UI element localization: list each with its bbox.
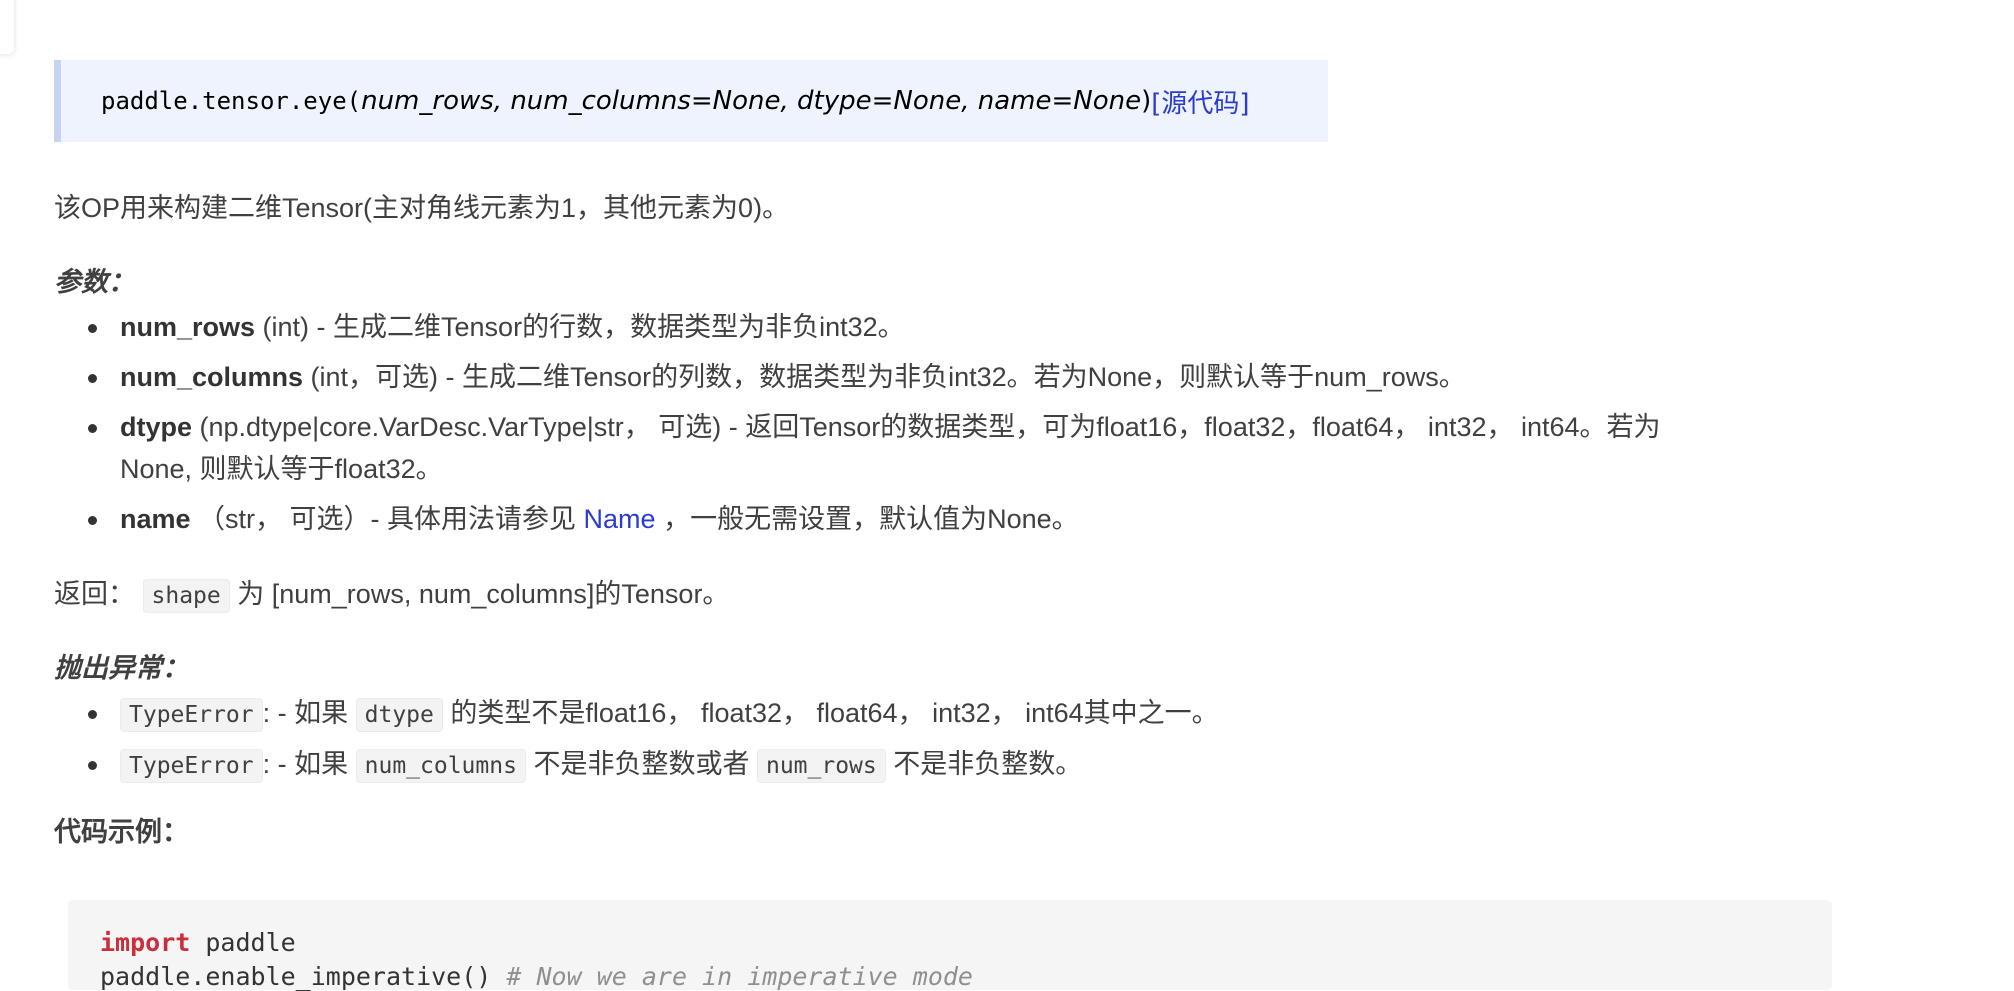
param-item: dtype (np.dtype|core.VarDesc.VarType|str… — [54, 406, 1661, 490]
param-name: num_columns — [120, 362, 304, 392]
name-link[interactable]: Name — [584, 504, 656, 534]
description: 该OP用来构建二维Tensor(主对角线元素为1，其他元素为0)。 — [54, 193, 790, 223]
function-signature: paddle.tensor.eye(num_rows, num_columns=… — [54, 60, 1328, 142]
code-example: import paddle paddle.enable_imperative()… — [68, 900, 1832, 991]
signature-params: num_rows, num_columns=None, dtype=None, … — [361, 86, 1142, 116]
code-line-1: import paddle — [100, 928, 296, 957]
code-text: paddle.enable_imperative() — [100, 962, 492, 991]
raise-item: TypeError: - 如果 dtype 的类型不是float16， floa… — [54, 692, 1219, 736]
raise-text: 不是非负整数或者 — [525, 749, 757, 779]
param-desc: (np.dtype|core.VarDesc.VarType|str， 可选) … — [192, 412, 1661, 442]
example-heading: 代码示例： — [54, 817, 189, 847]
param-item: num_rows (int) - 生成二维Tensor的行数，数据类型为非负in… — [54, 306, 1661, 348]
returns: 返回： shape 为 [num_rows, num_columns]的Tens… — [54, 574, 729, 615]
raise-code: num_columns — [355, 749, 526, 783]
code-text: paddle — [190, 928, 296, 957]
raise-text-2: 不是非负整数。 — [885, 749, 1083, 779]
param-name: num_rows — [120, 312, 256, 342]
raises-list: TypeError: - 如果 dtype 的类型不是float16， floa… — [54, 692, 1219, 787]
raise-mid: : - 如果 — [262, 749, 356, 779]
error-type: TypeError — [120, 749, 263, 783]
raise-code: dtype — [355, 698, 443, 732]
returns-label: 返回： — [54, 579, 135, 609]
param-desc: （str， 可选）- 具体用法请参见 — [190, 504, 584, 534]
code-line-2: paddle.enable_imperative() # Now we are … — [100, 962, 973, 991]
returns-text: 为 [num_rows, num_columns]的Tensor。 — [229, 579, 730, 609]
params-heading: 参数： — [54, 267, 135, 297]
param-desc: (int) - 生成二维Tensor的行数，数据类型为非负int32。 — [255, 312, 905, 342]
param-desc: (int，可选) - 生成二维Tensor的列数，数据类型为非负int32。若为… — [303, 362, 1466, 392]
params-list: num_rows (int) - 生成二维Tensor的行数，数据类型为非负in… — [54, 306, 1661, 540]
param-desc-after: ，一般无需设置，默认值为None。 — [655, 504, 1079, 534]
param-desc-line2: None, 则默认等于float32。 — [120, 454, 443, 484]
raise-code-2: num_rows — [756, 749, 886, 783]
source-code-link[interactable]: [源代码] — [1151, 83, 1249, 120]
param-item: num_columns (int，可选) - 生成二维Tensor的列数，数据类… — [54, 356, 1661, 398]
code-keyword: import — [100, 928, 191, 957]
signature-close-paren: ) — [1141, 86, 1152, 116]
signature-func-name: paddle.tensor.eye( — [101, 87, 362, 115]
param-name: dtype — [120, 412, 193, 442]
doc-page: paddle.tensor.eye(num_rows, num_columns=… — [0, 0, 2014, 991]
raise-mid: : - 如果 — [262, 698, 356, 728]
returns-code: shape — [142, 579, 230, 613]
raise-text: 的类型不是float16， float32， float64， int32， i… — [442, 698, 1219, 728]
param-item: name （str， 可选）- 具体用法请参见 Name ，一般无需设置，默认值… — [54, 498, 1661, 540]
code-comment: # Now we are in imperative mode — [491, 962, 973, 991]
raise-item: TypeError: - 如果 num_columns 不是非负整数或者 num… — [54, 743, 1219, 787]
sidebar-toggle-tab[interactable] — [0, 0, 14, 54]
param-name: name — [120, 504, 191, 534]
error-type: TypeError — [120, 698, 263, 732]
raises-heading: 抛出异常： — [54, 653, 189, 683]
